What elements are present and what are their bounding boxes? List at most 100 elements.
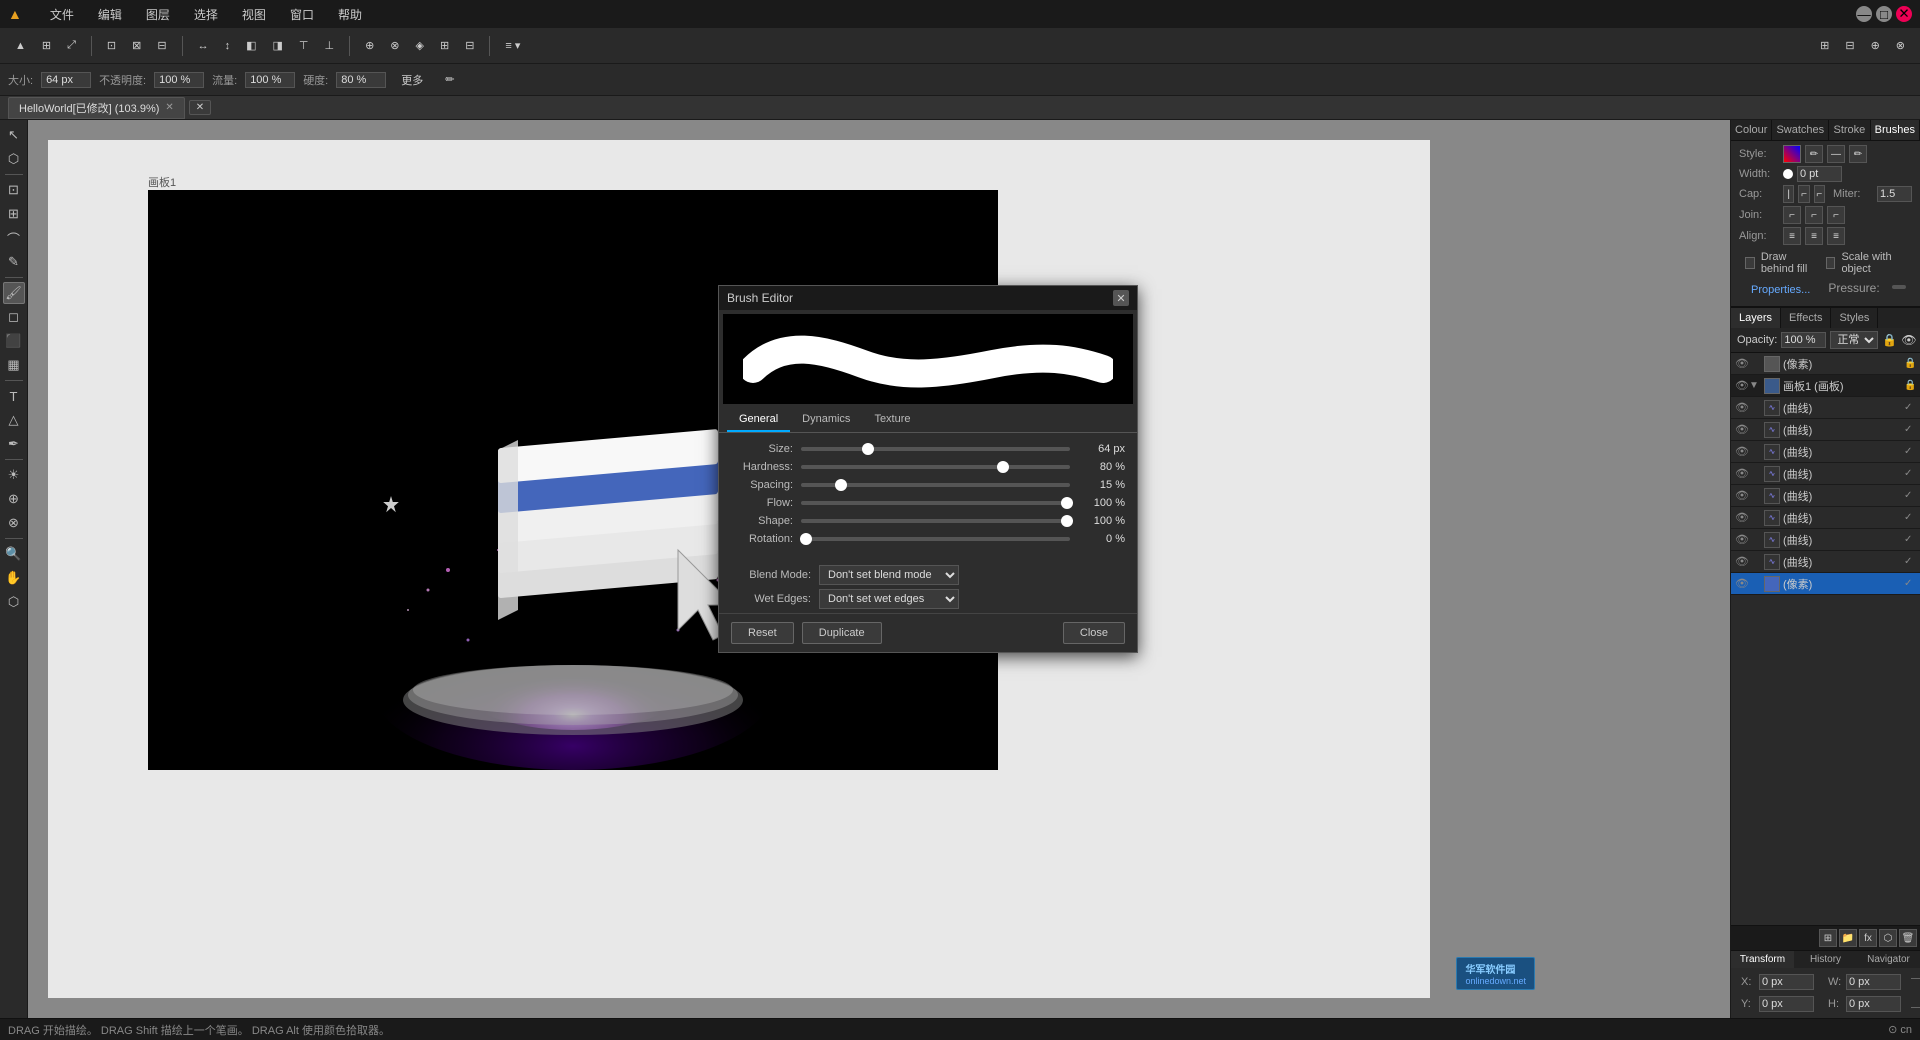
tab-transform[interactable]: Transform xyxy=(1731,951,1794,968)
tool-lasso[interactable]: ⌒ xyxy=(3,227,25,249)
join-btn-1[interactable]: ⌐ xyxy=(1783,206,1801,224)
join-btn-2[interactable]: ⌐ xyxy=(1805,206,1823,224)
layers-add-fx-button[interactable]: fx xyxy=(1859,929,1877,947)
persona-3[interactable]: ⊕ xyxy=(1864,36,1887,55)
style-btn-1[interactable]: ✏ xyxy=(1805,145,1823,163)
layers-tab-styles[interactable]: Styles xyxy=(1831,308,1878,328)
maximize-button[interactable]: □ xyxy=(1876,6,1892,22)
stroke-color-swatch[interactable] xyxy=(1783,145,1801,163)
toolbar-view-3[interactable]: ◈ xyxy=(409,36,431,55)
scale-with-object-checkbox[interactable] xyxy=(1826,257,1836,269)
persona-2[interactable]: ⊟ xyxy=(1838,36,1861,55)
toolbar-flip-v[interactable]: ↕ xyxy=(218,37,238,55)
menu-file[interactable]: 文件 xyxy=(46,4,78,25)
layer-vis-artboard1[interactable]: 👁 xyxy=(1735,379,1749,393)
tool-gradient[interactable]: ▦ xyxy=(3,354,25,376)
layer-vis-curve-6[interactable]: 👁 xyxy=(1735,511,1749,525)
toolbar-view-2[interactable]: ⊗ xyxy=(383,36,406,55)
layer-lock-source[interactable]: 🔒 xyxy=(1904,358,1916,369)
cap-btn-1[interactable]: | xyxy=(1783,185,1794,203)
reset-button[interactable]: Reset xyxy=(731,622,794,644)
layers-panel-icon[interactable]: ⊞ xyxy=(1819,929,1837,947)
tab-history[interactable]: History xyxy=(1794,951,1857,968)
layer-vis-curve-7[interactable]: 👁 xyxy=(1735,533,1749,547)
tool-brush[interactable]: 🖌 xyxy=(3,282,25,304)
cap-btn-2[interactable]: ⌐ xyxy=(1798,185,1809,203)
toolbar-align-2[interactable]: ◨ xyxy=(265,36,289,55)
dialog-close-button[interactable]: ✕ xyxy=(1113,290,1129,306)
w-input[interactable] xyxy=(1846,974,1901,990)
draw-behind-fill-checkbox[interactable] xyxy=(1745,257,1755,269)
toolbar-align-4[interactable]: ⊥ xyxy=(317,36,341,55)
h-input[interactable] xyxy=(1846,996,1901,1012)
tool-hand[interactable]: ✋ xyxy=(3,567,25,589)
layer-vis-curve-1[interactable]: 👁 xyxy=(1735,401,1749,415)
width-input[interactable] xyxy=(1797,166,1842,182)
document-tab[interactable]: HelloWorld[已修改] (103.9%) ✕ xyxy=(8,97,185,119)
layer-item-pixel-active[interactable]: 👁 (像素) ✓ xyxy=(1731,573,1920,595)
layer-expand-artboard1[interactable]: ▼ xyxy=(1749,380,1761,391)
param-rotation-thumb[interactable] xyxy=(800,533,812,545)
style-btn-2[interactable]: — xyxy=(1827,145,1845,163)
cap-btn-3[interactable]: ⌐ xyxy=(1814,185,1825,203)
tool-fill[interactable]: ⬛ xyxy=(3,330,25,352)
layers-delete-button[interactable]: 🗑 xyxy=(1899,929,1917,947)
layer-lock-curve-7[interactable]: ✓ xyxy=(1904,534,1916,545)
tab-navigator[interactable]: Navigator xyxy=(1857,951,1920,968)
toolbar-zoom-in[interactable]: ⊞ xyxy=(433,36,456,55)
layer-item-curve-6[interactable]: 👁 ∿ (曲线) ✓ xyxy=(1731,507,1920,529)
tab-stroke[interactable]: Stroke xyxy=(1829,120,1870,140)
layers-lock-button[interactable]: 🔒 xyxy=(1882,333,1897,347)
layer-item-curve-4[interactable]: 👁 ∿ (曲线) ✓ xyxy=(1731,463,1920,485)
x-input[interactable] xyxy=(1759,974,1814,990)
layer-item-curve-7[interactable]: 👁 ∿ (曲线) ✓ xyxy=(1731,529,1920,551)
tab-general[interactable]: General xyxy=(727,408,790,432)
param-size-thumb[interactable] xyxy=(862,443,874,455)
layers-tab-effects[interactable]: Effects xyxy=(1781,308,1831,328)
layers-mask-button[interactable]: ⬡ xyxy=(1879,929,1897,947)
layer-item-curve-3[interactable]: 👁 ∿ (曲线) ✓ xyxy=(1731,441,1920,463)
layer-lock-curve-6[interactable]: ✓ xyxy=(1904,512,1916,523)
menu-edit[interactable]: 编辑 xyxy=(94,4,126,25)
layer-lock-pixel[interactable]: ✓ xyxy=(1904,578,1916,589)
param-spacing-thumb[interactable] xyxy=(835,479,847,491)
persona-1[interactable]: ⊞ xyxy=(1813,36,1836,55)
layer-lock-curve-2[interactable]: ✓ xyxy=(1904,424,1916,435)
brush-editor-close-button[interactable]: Close xyxy=(1063,622,1125,644)
layers-visibility-button[interactable]: 👁 xyxy=(1901,333,1916,347)
document-tab-close[interactable]: ✕ xyxy=(165,102,173,113)
toolbar-flip-h[interactable]: ↔ xyxy=(191,37,216,55)
tool-pen[interactable]: ✒ xyxy=(3,433,25,455)
tab-colour[interactable]: Colour xyxy=(1731,120,1772,140)
menu-layer[interactable]: 图层 xyxy=(142,4,174,25)
layer-item-curve-8[interactable]: 👁 ∿ (曲线) ✓ xyxy=(1731,551,1920,573)
layer-lock-curve-3[interactable]: ✓ xyxy=(1904,446,1916,457)
toolbar-transform-2[interactable]: ⊠ xyxy=(125,36,148,55)
layer-vis-source[interactable]: 👁 xyxy=(1735,357,1749,371)
layer-lock-curve-4[interactable]: ✓ xyxy=(1904,468,1916,479)
layer-lock-curve-5[interactable]: ✓ xyxy=(1904,490,1916,501)
tab-swatches[interactable]: Swatches xyxy=(1772,120,1829,140)
layer-item-curve-1[interactable]: 👁 ∿ (曲线) ✓ xyxy=(1731,397,1920,419)
layers-tab-layers[interactable]: Layers xyxy=(1731,308,1781,328)
layer-item-source[interactable]: 👁 (像素) 🔒 xyxy=(1731,353,1920,375)
layer-lock-curve-1[interactable]: ✓ xyxy=(1904,402,1916,413)
menu-view[interactable]: 视图 xyxy=(238,4,270,25)
more-options-button[interactable]: 更多 xyxy=(394,69,430,91)
tab-texture[interactable]: Texture xyxy=(862,408,922,432)
style-btn-3[interactable]: ✏ xyxy=(1849,145,1867,163)
hardness-input[interactable] xyxy=(336,72,386,88)
tool-color-picker[interactable]: ⬡ xyxy=(3,591,25,613)
new-tab-button[interactable]: ✕ xyxy=(189,100,211,115)
blend-mode-select[interactable]: Don't set blend mode xyxy=(819,565,959,585)
opacity-input[interactable] xyxy=(1781,332,1826,348)
layer-lock-curve-8[interactable]: ✓ xyxy=(1904,556,1916,567)
param-hardness-thumb[interactable] xyxy=(997,461,1009,473)
tool-shape[interactable]: △ xyxy=(3,409,25,431)
layer-group-artboard1[interactable]: 👁 ▼ 画板1 (画板) 🔒 xyxy=(1731,375,1920,397)
align-btn-2[interactable]: ≡ xyxy=(1805,227,1823,245)
toolbar-align-3[interactable]: ⊤ xyxy=(292,36,316,55)
param-rotation-slider[interactable] xyxy=(801,537,1070,541)
tool-zoom[interactable]: 🔍 xyxy=(3,543,25,565)
toolbar-view-1[interactable]: ⊕ xyxy=(358,36,381,55)
